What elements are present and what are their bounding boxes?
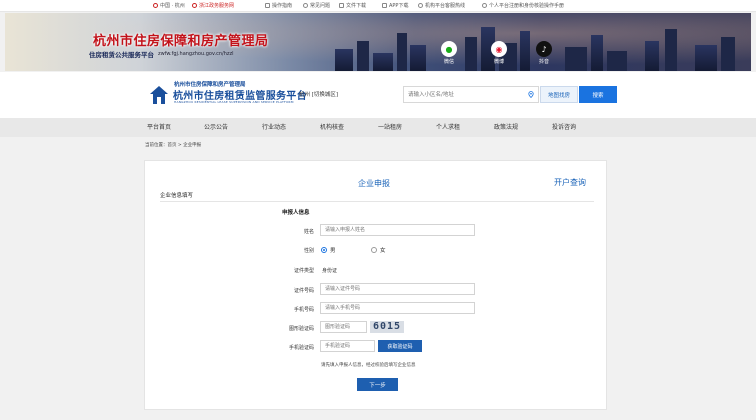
banner-subtitle: 住房租赁公共服务平台 zwfw.fgj.hangzhou.gov.cn/hzzl [89,51,234,59]
sms-code-field-box [320,340,375,352]
headset-icon [418,3,423,8]
main-nav: 平台首页 公示公告 行业动态 机构核查 一站租房 个人求租 政策法规 投诉咨询 [0,118,756,137]
location-pin-icon[interactable] [528,91,534,98]
banner-title: 杭州市住房保障和房产管理局 [93,34,269,49]
captcha-field-box [320,321,367,333]
nav-item-news[interactable]: 行业动态 [262,118,286,137]
top-link-zjzwfw[interactable]: 浙江政务服务网 [192,2,234,9]
weibo-icon: ◉ [491,41,507,57]
douyin-icon: ♪ [536,41,552,57]
city-switcher[interactable]: 杭州 [切换城区] [299,90,338,98]
next-step-button[interactable]: 下一步 [357,378,398,391]
captcha-image[interactable]: 6015 [370,321,404,333]
id-number-input[interactable] [321,284,474,294]
gender-label: 性别 [303,248,314,254]
nav-item-seeking[interactable]: 个人求租 [436,118,460,137]
top-link-app[interactable]: APP下载 [382,2,408,9]
radio-unchecked-icon [371,247,377,253]
id-type-value: 身份证 [322,268,338,274]
tab-account-query[interactable]: 开户查询 [554,177,586,188]
id-number-field-box [320,283,475,295]
emblem-icon [153,3,158,8]
phone-field-box [320,302,475,314]
zjzwfw-logo-icon [192,3,197,8]
id-type-label: 证件类型 [293,268,314,274]
hero-banner: 杭州市住房保障和房产管理局 住房租赁公共服务平台 zwfw.fgj.hangzh… [5,13,751,71]
declaration-card: 企业申报 开户查询 企业信息填写 申报人信息 姓名 性别 男 女 证件类型 身份… [144,160,607,410]
platform-name-en: HANGZHOU RESIDENTIAL LEASE SUPERVISION A… [174,100,294,104]
captcha-input[interactable] [321,322,366,332]
gender-radio-female[interactable]: 女 [371,246,386,254]
nav-item-rent[interactable]: 一站租房 [378,118,402,137]
form-hint: 请先填入申报人信息，经过校验后填写企业信息 [321,363,416,368]
top-link-files[interactable]: 文件下载 [339,2,366,9]
banner-url: zwfw.fgj.hangzhou.gov.cn/hzzl [158,51,234,57]
nav-item-complaint[interactable]: 投诉咨询 [552,118,576,137]
nav-item-agency-check[interactable]: 机构核查 [320,118,344,137]
house-logo-icon [150,86,168,104]
user-icon [482,3,487,8]
name-input[interactable] [321,225,474,235]
header-bar: 杭州市住房保障和房产管理局 杭州市住房租赁监管服务平台 HANGZHOU RES… [0,72,756,118]
applicant-heading: 申报人信息 [282,210,310,216]
gender-radio-male[interactable]: 男 [321,246,336,254]
id-number-label: 证件号码 [293,288,314,294]
search-box [403,86,539,103]
social-weibo[interactable]: ◉ 微博 [487,41,511,65]
wechat-icon: ● [441,41,457,57]
top-link-faq[interactable]: 常见问题 [303,2,330,9]
breadcrumb: 当前位置：首页 > 企业申报 [145,143,202,148]
name-label: 姓名 [303,229,314,235]
phone-label: 手机号码 [293,307,314,313]
top-link-guide[interactable]: 操作指南 [265,2,292,9]
top-link-manual[interactable]: 个人平台注册和身份核验操作手册 [482,2,564,9]
sms-code-input[interactable] [321,341,374,351]
top-link-hotline[interactable]: 机构平台客服热线 [418,2,465,9]
guide-icon [265,3,270,8]
top-utility-bar: 中国 · 杭州 浙江政务服务网 操作指南 常见问题 文件下载 APP下载 机构平… [0,0,756,12]
phone-icon [382,3,387,8]
download-icon [339,3,344,8]
social-douyin[interactable]: ♪ 抖音 [532,41,556,65]
get-sms-code-button[interactable]: 获取验证码 [378,340,422,352]
nav-item-home[interactable]: 平台首页 [147,118,171,137]
sms-code-label: 手机验证码 [288,345,314,351]
search-button[interactable]: 搜索 [579,86,617,103]
search-input[interactable] [404,87,522,102]
nav-item-notices[interactable]: 公示公告 [204,118,228,137]
question-icon [303,3,308,8]
name-field-box [320,224,475,236]
nav-item-policy[interactable]: 政策法规 [494,118,518,137]
tab-declaration[interactable]: 企业申报 [358,178,390,189]
captcha-label: 图形验证码 [288,326,314,332]
social-wechat[interactable]: ● 微信 [437,41,461,65]
radio-checked-icon [321,247,327,253]
phone-input[interactable] [321,303,474,313]
top-link-city[interactable]: 中国 · 杭州 [153,2,185,9]
map-search-button[interactable]: 地图找房 [540,86,578,103]
